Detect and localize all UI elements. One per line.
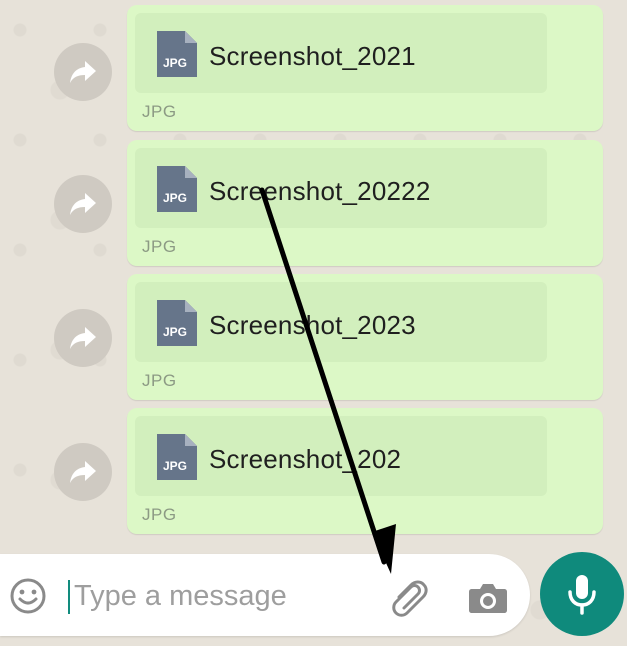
- doc-type-label: JPG: [163, 56, 187, 70]
- camera-icon[interactable]: [466, 576, 510, 620]
- forward-arrow-icon: [70, 327, 96, 349]
- file-attachment[interactable]: JPG Screenshot_2021: [135, 13, 547, 93]
- file-message-2: JPG Screenshot_20222 JPG: [0, 140, 627, 274]
- doc-type-label: JPG: [163, 325, 187, 339]
- paperclip-icon[interactable]: [386, 576, 430, 620]
- forward-button[interactable]: [54, 43, 112, 101]
- message-bubble[interactable]: JPG Screenshot_2023 JPG: [127, 274, 603, 400]
- file-name: Screenshot_202: [209, 444, 402, 474]
- forward-arrow-icon: [70, 193, 96, 215]
- forward-arrow-icon: [70, 61, 96, 83]
- file-message-3: JPG Screenshot_2023 JPG: [0, 274, 627, 408]
- jpg-document-icon: JPG: [157, 300, 197, 346]
- file-message-4: JPG Screenshot_202 JPG: [0, 408, 627, 542]
- jpg-document-icon: JPG: [157, 434, 197, 480]
- doc-type-label: JPG: [163, 459, 187, 473]
- file-type: JPG: [142, 102, 177, 121]
- file-name: Screenshot_20222: [209, 176, 431, 206]
- message-bubble[interactable]: JPG Screenshot_20222 JPG: [127, 140, 603, 266]
- message-composer: [0, 554, 530, 636]
- jpg-document-icon: JPG: [157, 31, 197, 77]
- microphone-icon: [568, 575, 596, 615]
- doc-type-label: JPG: [163, 191, 187, 205]
- file-type: JPG: [142, 371, 177, 390]
- emoji-icon[interactable]: [8, 576, 48, 616]
- message-bubble[interactable]: JPG Screenshot_202 JPG: [127, 408, 603, 534]
- forward-button[interactable]: [54, 443, 112, 501]
- forward-button[interactable]: [54, 309, 112, 367]
- file-type: JPG: [142, 505, 177, 524]
- file-attachment[interactable]: JPG Screenshot_20222: [135, 148, 547, 228]
- text-cursor: [68, 580, 70, 614]
- forward-arrow-icon: [70, 461, 96, 483]
- mic-button[interactable]: [540, 552, 624, 636]
- message-input[interactable]: [74, 576, 364, 616]
- message-bubble[interactable]: JPG Screenshot_2021 JPG: [127, 5, 603, 131]
- file-name: Screenshot_2023: [209, 310, 416, 340]
- file-type: JPG: [142, 237, 177, 256]
- jpg-document-icon: JPG: [157, 166, 197, 212]
- file-message-1: JPG Screenshot_2021 JPG: [0, 5, 627, 139]
- file-attachment[interactable]: JPG Screenshot_2023: [135, 282, 547, 362]
- file-name: Screenshot_2021: [209, 41, 416, 71]
- forward-button[interactable]: [54, 175, 112, 233]
- file-attachment[interactable]: JPG Screenshot_202: [135, 416, 547, 496]
